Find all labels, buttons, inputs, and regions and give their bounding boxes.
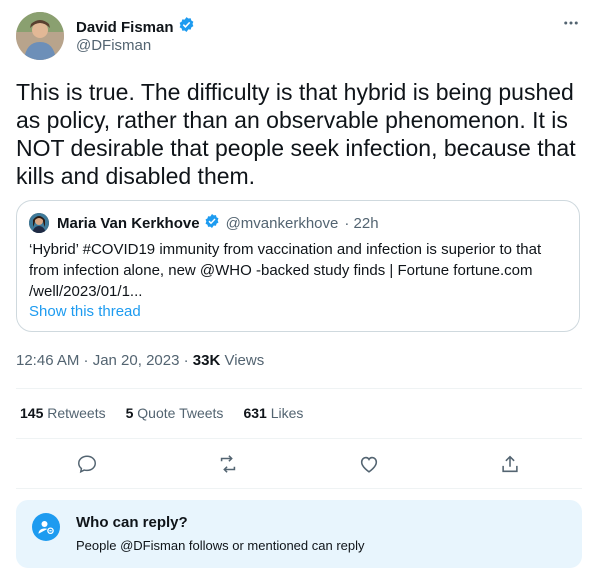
like-heart-icon[interactable] — [356, 451, 382, 477]
quote-tweets-count: 5 — [125, 405, 134, 421]
retweets-label: Retweets — [47, 405, 106, 421]
who-can-reply-subtitle: People @DFisman follows or mentioned can… — [76, 538, 365, 553]
quote-tweets-stat[interactable]: 5 Quote Tweets — [126, 405, 224, 421]
tweet-metadata: 12:46 AM · Jan 20, 2023 · 33K Views — [16, 352, 264, 369]
verified-badge-icon — [178, 16, 195, 38]
author-handle[interactable]: @DFisman — [76, 37, 151, 54]
views-label: Views — [220, 352, 265, 369]
tweet-header: David Fisman @DFisman — [16, 12, 582, 60]
quote-tweets-label: Quote Tweets — [137, 405, 224, 421]
divider — [16, 388, 582, 389]
reply-icon[interactable] — [74, 451, 100, 477]
quoted-tweet-time: · 22h — [344, 214, 379, 232]
author-name[interactable]: David Fisman — [76, 19, 174, 36]
quoted-author-name: Maria Van Kerkhove — [57, 214, 200, 232]
views-count: 33K — [192, 352, 221, 369]
divider — [16, 488, 582, 489]
quoted-tweet[interactable]: Maria Van Kerkhove @mvankerkhove · 22h ‘… — [16, 200, 580, 332]
likes-stat[interactable]: 631 Likes — [243, 405, 303, 421]
tweet-timestamp[interactable]: 12:46 AM · Jan 20, 2023 · — [16, 352, 193, 369]
quoted-author-avatar — [29, 213, 49, 233]
author-name-row: David Fisman — [76, 16, 195, 38]
verified-badge-icon — [204, 213, 220, 233]
show-thread-link[interactable]: Show this thread — [29, 303, 141, 320]
quoted-author-handle: @mvankerkhove — [225, 214, 339, 232]
retweets-stat[interactable]: 145 Retweets — [20, 405, 106, 421]
who-can-reply-title: Who can reply? — [76, 514, 188, 531]
likes-count: 631 — [243, 405, 267, 421]
engagement-stats: 145 Retweets 5 Quote Tweets 631 Likes — [20, 405, 303, 421]
retweet-icon[interactable] — [215, 451, 241, 477]
quoted-tweet-header: Maria Van Kerkhove @mvankerkhove · 22h — [29, 213, 379, 233]
retweets-count: 145 — [20, 405, 44, 421]
tweet-text: This is true. The difficulty is that hyb… — [16, 79, 576, 189]
action-bar — [16, 447, 582, 481]
share-icon[interactable] — [497, 451, 523, 477]
divider — [16, 438, 582, 439]
likes-label: Likes — [270, 405, 304, 421]
who-can-reply-notice: Who can reply? People @DFisman follows o… — [16, 500, 582, 568]
more-options-icon[interactable] — [560, 12, 582, 34]
quoted-tweet-text: ‘Hybrid’ #COVID19 immunity from vaccinat… — [29, 241, 542, 300]
author-avatar[interactable] — [16, 12, 64, 60]
person-mention-icon — [32, 513, 60, 541]
